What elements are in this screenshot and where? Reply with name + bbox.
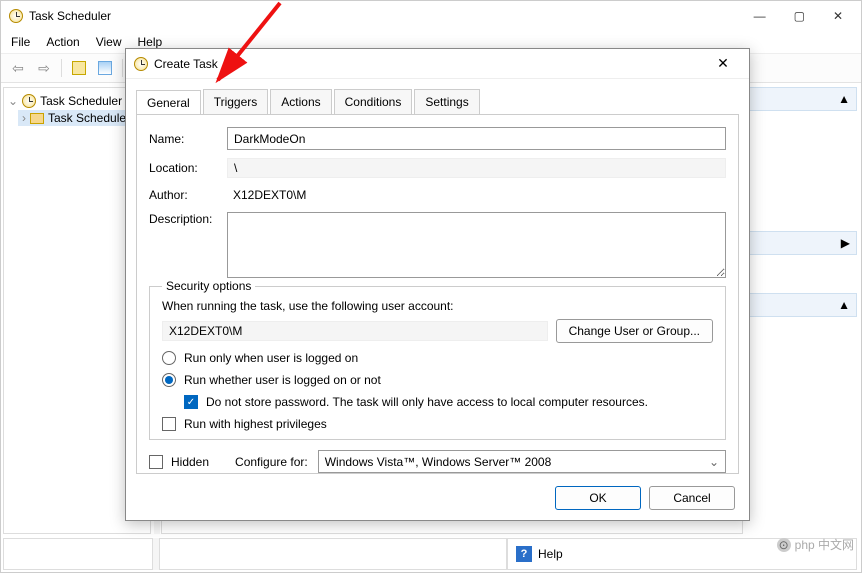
when-running-label: When running the task, use the following… [162, 299, 713, 313]
radio-logged-on[interactable] [162, 351, 176, 365]
arrow-left-icon: ⇦ [12, 60, 24, 77]
radio-logged-on-label: Run only when user is logged on [184, 351, 358, 365]
expand-right-icon: ▶ [841, 236, 850, 250]
security-options-group: Security options When running the task, … [149, 286, 726, 440]
author-label: Author: [149, 188, 227, 202]
menu-action[interactable]: Action [46, 35, 79, 49]
checkbox-highest[interactable] [162, 417, 176, 431]
dialog-titlebar: Create Task ✕ [126, 49, 749, 79]
tab-general[interactable]: General [136, 90, 201, 115]
tab-conditions[interactable]: Conditions [334, 89, 413, 114]
location-label: Location: [149, 161, 227, 175]
ok-button[interactable]: OK [555, 486, 641, 510]
expand-icon[interactable]: › [22, 111, 26, 125]
scheduler-icon [22, 94, 36, 108]
toolbar-separator [61, 59, 62, 77]
toolbar-separator [122, 59, 123, 77]
arrow-right-icon: ⇨ [38, 60, 50, 77]
status-bar: ? Help [3, 538, 859, 570]
name-input[interactable] [227, 127, 726, 150]
checkbox-dont-store[interactable] [184, 395, 198, 409]
panel-header-3[interactable]: ▲ [747, 293, 857, 317]
forward-button[interactable]: ⇨ [33, 57, 55, 79]
chevron-down-icon: ⌄ [709, 455, 719, 469]
watermark-text: php 中文网 [795, 536, 854, 553]
tab-triggers[interactable]: Triggers [203, 89, 269, 114]
dialog-title: Create Task [154, 57, 218, 71]
close-button[interactable]: ✕ [833, 9, 843, 23]
app-icon [9, 9, 23, 23]
tab-strip: General Triggers Actions Conditions Sett… [126, 79, 749, 114]
panel-header-2[interactable]: ▶ [747, 231, 857, 255]
collapse-up-icon: ▲ [838, 298, 850, 312]
checkbox-dont-store-label: Do not store password. The task will onl… [206, 395, 648, 409]
tab-content: Name: Location: \ Author: X12DEXT0\M Des… [136, 114, 739, 474]
tree-root-label: Task Scheduler (L [40, 94, 136, 108]
checkbox-highest-label: Run with highest privileges [184, 417, 327, 431]
create-task-dialog: Create Task ✕ General Triggers Actions C… [125, 48, 750, 521]
checkbox-hidden[interactable] [149, 455, 163, 469]
configure-for-label: Configure for: [235, 455, 308, 469]
status-help-label: Help [538, 547, 563, 561]
status-cell-2 [159, 538, 507, 570]
cancel-button[interactable]: Cancel [649, 486, 735, 510]
window-controls: — ▢ ✕ [754, 9, 853, 23]
tree-child-label: Task Schedule [48, 111, 126, 125]
toolbar-btn-2[interactable] [94, 57, 116, 79]
name-label: Name: [149, 132, 227, 146]
author-value: X12DEXT0\M [227, 186, 726, 204]
tab-settings[interactable]: Settings [414, 89, 479, 114]
menu-file[interactable]: File [11, 35, 30, 49]
watermark: ⊙ php 中文网 [777, 536, 854, 553]
checkbox-hidden-label: Hidden [171, 455, 209, 469]
configure-for-select[interactable]: Windows Vista™, Windows Server™ 2008 ⌄ [318, 450, 726, 473]
radio-whether-label: Run whether user is logged on or not [184, 373, 381, 387]
dialog-icon [134, 57, 148, 71]
list-icon [98, 61, 112, 75]
help-icon: ? [516, 546, 532, 562]
back-button[interactable]: ⇦ [7, 57, 29, 79]
toolbar-btn-1[interactable] [68, 57, 90, 79]
description-input[interactable] [227, 212, 726, 278]
expand-icon[interactable]: ⌄ [8, 94, 18, 108]
radio-whether[interactable] [162, 373, 176, 387]
window-title: Task Scheduler [29, 9, 111, 23]
minimize-button[interactable]: — [754, 9, 766, 23]
menu-help[interactable]: Help [138, 35, 163, 49]
tab-actions[interactable]: Actions [270, 89, 331, 114]
watermark-icon: ⊙ [777, 538, 791, 552]
description-label: Description: [149, 212, 227, 226]
titlebar: Task Scheduler — ▢ ✕ [1, 1, 861, 31]
panel-header-1[interactable]: ▲ [747, 87, 857, 111]
menu-view[interactable]: View [96, 35, 122, 49]
maximize-button[interactable]: ▢ [794, 9, 805, 23]
location-value: \ [227, 158, 726, 178]
collapse-up-icon: ▲ [838, 92, 850, 106]
change-user-button[interactable]: Change User or Group... [556, 319, 713, 343]
configure-for-value: Windows Vista™, Windows Server™ 2008 [325, 455, 552, 469]
dialog-close-button[interactable]: ✕ [705, 52, 741, 76]
status-cell-1 [3, 538, 153, 570]
calendar-icon [72, 61, 86, 75]
dialog-buttons: OK Cancel [555, 486, 735, 510]
security-legend: Security options [162, 279, 255, 293]
folder-icon [30, 113, 44, 124]
user-account-field: X12DEXT0\M [162, 321, 548, 341]
actions-panel: ▲ ▶ ▲ [747, 87, 857, 534]
